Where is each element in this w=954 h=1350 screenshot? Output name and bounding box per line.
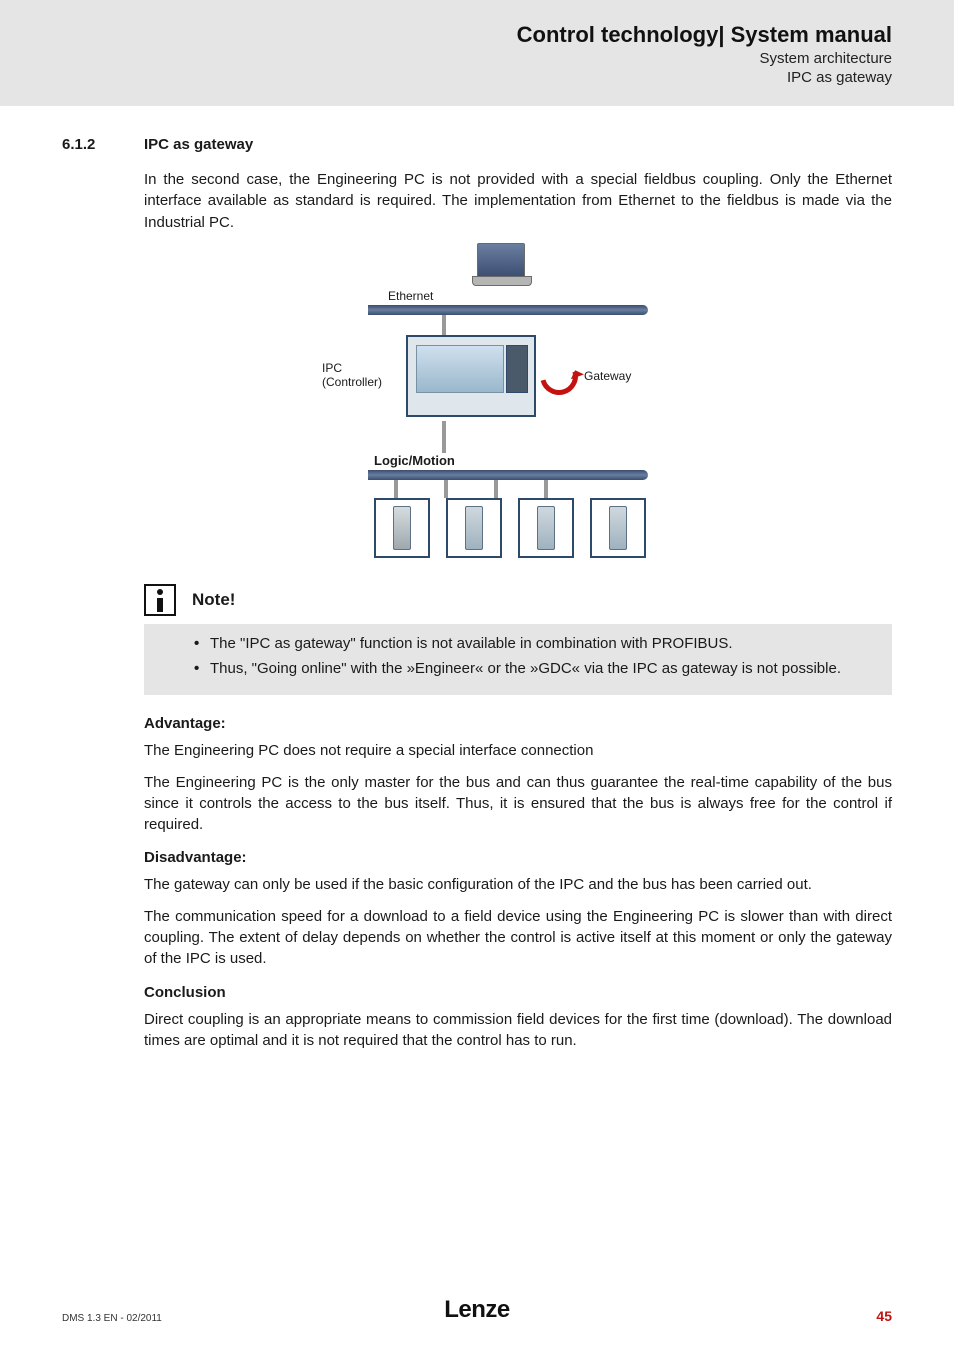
logic-motion-label: Logic/Motion <box>374 453 680 468</box>
page-number: 45 <box>876 1308 892 1324</box>
section-heading-row: 6.1.2 IPC as gateway <box>62 136 892 153</box>
ipc-box-icon <box>406 335 536 417</box>
conclusion-p1: Direct coupling is an appropriate means … <box>144 1009 892 1052</box>
device-icon <box>374 498 430 558</box>
drop-lines <box>394 480 680 498</box>
note-bullet-1: The "IPC as gateway" function is not ava… <box>194 634 868 655</box>
architecture-figure: Ethernet IPC (Controller) Gateway Logic/… <box>322 243 680 558</box>
intro-paragraph: In the second case, the Engineering PC i… <box>144 169 892 233</box>
footer-left: DMS 1.3 EN - 02/2011 <box>62 1313 162 1324</box>
note-title: Note! <box>192 590 235 610</box>
device-icon <box>518 498 574 558</box>
gateway-label: Gateway <box>584 369 631 383</box>
header-subtitle-2: IPC as gateway <box>62 69 892 86</box>
section-number: 6.1.2 <box>62 136 144 153</box>
advantage-p2: The Engineering PC is the only master fo… <box>144 772 892 836</box>
ipc-label-line2: (Controller) <box>322 375 382 389</box>
device-icon <box>446 498 502 558</box>
disadvantage-p1: The gateway can only be used if the basi… <box>144 874 892 895</box>
ethernet-bar <box>368 305 648 315</box>
gateway-arrow-icon <box>533 350 585 402</box>
info-icon <box>144 584 176 616</box>
ipc-label-line1: IPC <box>322 361 342 375</box>
header-subtitle-1: System architecture <box>62 50 892 67</box>
footer-logo: Lenze <box>444 1296 510 1324</box>
page-footer: DMS 1.3 EN - 02/2011 Lenze 45 <box>62 1308 892 1324</box>
device-icon <box>590 498 646 558</box>
note-bullet-2: Thus, "Going online" with the »Engineer«… <box>194 659 868 680</box>
logic-motion-bar <box>368 470 648 480</box>
ethernet-label: Ethernet <box>388 289 680 303</box>
drop-line <box>442 315 446 335</box>
section-title: IPC as gateway <box>144 136 253 153</box>
ipc-label: IPC (Controller) <box>322 362 406 390</box>
header-title: Control technology| System manual <box>62 22 892 48</box>
disadvantage-heading: Disadvantage: <box>144 849 892 866</box>
drop-line <box>442 421 446 453</box>
advantage-heading: Advantage: <box>144 715 892 732</box>
disadvantage-p2: The communication speed for a download t… <box>144 906 892 970</box>
advantage-p1: The Engineering PC does not require a sp… <box>144 740 892 761</box>
conclusion-heading: Conclusion <box>144 984 892 1001</box>
note-body: The "IPC as gateway" function is not ava… <box>144 624 892 695</box>
laptop-icon <box>477 243 525 279</box>
note-block: Note! The "IPC as gateway" function is n… <box>144 584 892 695</box>
page-header: Control technology| System manual System… <box>0 0 954 106</box>
